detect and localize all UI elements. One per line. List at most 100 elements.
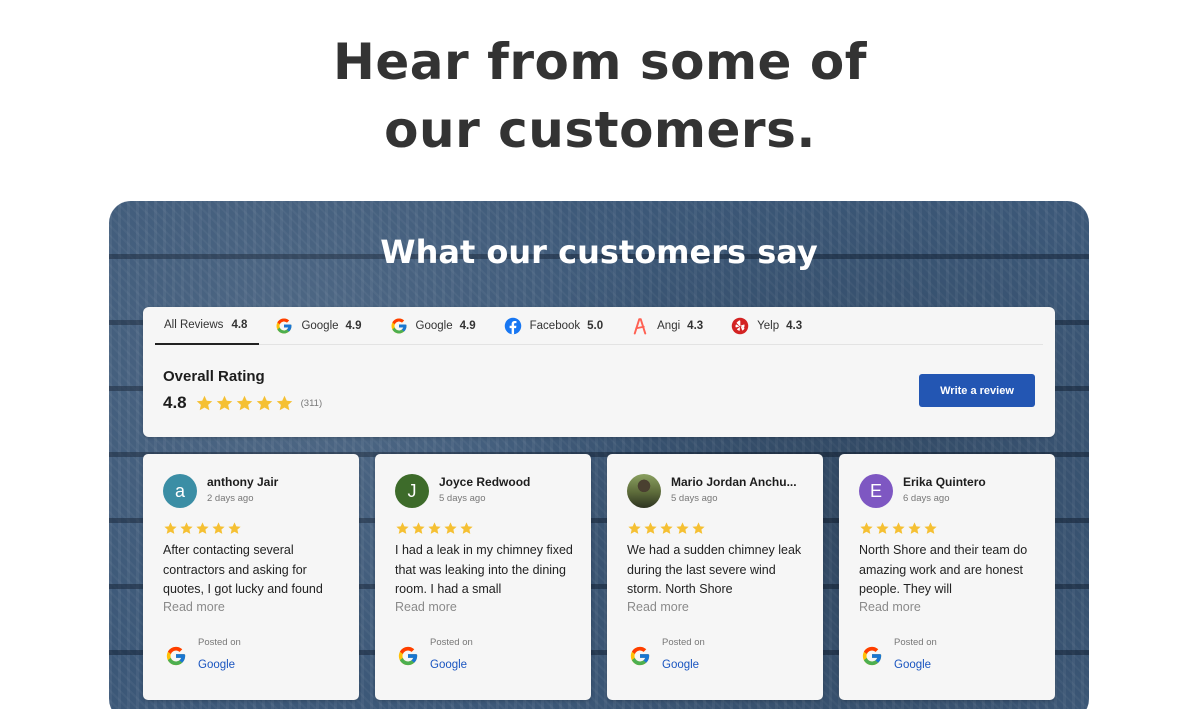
overall-rating-score: 4.8 bbox=[163, 393, 187, 412]
review-stars bbox=[859, 521, 939, 536]
review-date: 5 days ago bbox=[671, 493, 718, 504]
star-icon bbox=[644, 522, 657, 534]
star-icon bbox=[216, 395, 232, 410]
star-icon bbox=[676, 522, 689, 534]
review-card: E Erika Quintero 6 days ago North Shore … bbox=[839, 454, 1055, 700]
posted-on-label: Posted on bbox=[430, 637, 473, 648]
reviews-widget: What our customers say All Reviews 4.8 G… bbox=[109, 201, 1089, 709]
review-count: (311) bbox=[300, 397, 323, 409]
google-icon bbox=[861, 645, 883, 667]
star-icon bbox=[228, 522, 241, 534]
yelp-icon bbox=[731, 317, 749, 335]
review-text: North Shore and their team do amazing wo… bbox=[859, 543, 1028, 596]
avatar: J bbox=[395, 474, 429, 508]
review-stars bbox=[163, 521, 243, 536]
tab-google-2[interactable]: Google 4.9 bbox=[378, 307, 488, 345]
star-icon bbox=[180, 522, 193, 534]
tab-label: Google bbox=[415, 320, 453, 332]
read-more-link[interactable]: Read more bbox=[859, 600, 921, 614]
review-source-link[interactable]: Google bbox=[662, 659, 699, 671]
review-source-link[interactable]: Google bbox=[430, 659, 467, 671]
tab-label: Facebook bbox=[529, 320, 581, 332]
review-card: J Joyce Redwood 5 days ago I had a leak … bbox=[375, 454, 591, 700]
reviewer-name: anthony Jair bbox=[207, 475, 279, 489]
star-icon bbox=[164, 522, 177, 534]
read-more-link[interactable]: Read more bbox=[395, 600, 457, 614]
reviewer-name: Joyce Redwood bbox=[439, 475, 531, 489]
star-icon bbox=[196, 522, 209, 534]
overall-rating-stars bbox=[195, 394, 295, 413]
star-icon bbox=[236, 395, 252, 410]
star-icon bbox=[860, 522, 873, 534]
posted-on-label: Posted on bbox=[894, 637, 937, 648]
review-date: 5 days ago bbox=[439, 493, 486, 504]
rating-summary-panel: All Reviews 4.8 Google 4.9 Google 4.9 Fa… bbox=[143, 307, 1055, 437]
tab-score: 4.3 bbox=[786, 320, 803, 332]
star-icon bbox=[396, 522, 409, 534]
tab-score: 5.0 bbox=[587, 320, 604, 332]
star-icon bbox=[276, 395, 292, 410]
star-icon bbox=[924, 522, 937, 534]
tab-score: 4.9 bbox=[459, 320, 476, 332]
avatar: E bbox=[859, 474, 893, 508]
avatar bbox=[627, 474, 661, 508]
overall-rating-row: 4.8 (311) bbox=[163, 393, 322, 413]
headline-line-2: our customers. bbox=[384, 101, 816, 159]
avatar: a bbox=[163, 474, 197, 508]
star-icon bbox=[212, 522, 225, 534]
star-icon bbox=[196, 395, 212, 410]
page-headline: Hear from some of our customers. bbox=[0, 28, 1200, 164]
tab-label: All Reviews bbox=[164, 319, 224, 331]
posted-on-label: Posted on bbox=[662, 637, 705, 648]
review-source-link[interactable]: Google bbox=[894, 659, 931, 671]
star-icon bbox=[692, 522, 705, 534]
star-icon bbox=[412, 522, 425, 534]
review-stars bbox=[395, 521, 475, 536]
review-text: After contacting several contractors and… bbox=[163, 543, 323, 596]
review-date: 6 days ago bbox=[903, 493, 950, 504]
tab-angi[interactable]: Angi 4.3 bbox=[619, 307, 715, 345]
review-source-link[interactable]: Google bbox=[198, 659, 235, 671]
star-icon bbox=[628, 522, 641, 534]
headline-line-1: Hear from some of bbox=[333, 33, 867, 91]
star-icon bbox=[876, 522, 889, 534]
review-card: a anthony Jair 2 days ago After contacti… bbox=[143, 454, 359, 700]
review-card: Mario Jordan Anchu... 5 days ago We had … bbox=[607, 454, 823, 700]
google-icon bbox=[390, 317, 408, 335]
tab-google-1[interactable]: Google 4.9 bbox=[263, 307, 373, 345]
star-icon bbox=[256, 395, 272, 410]
source-tabs: All Reviews 4.8 Google 4.9 Google 4.9 Fa… bbox=[155, 307, 1043, 345]
facebook-icon bbox=[504, 317, 522, 335]
read-more-link[interactable]: Read more bbox=[163, 600, 225, 614]
reviewer-name: Erika Quintero bbox=[903, 475, 986, 489]
read-more-link[interactable]: Read more bbox=[627, 600, 689, 614]
tab-all-reviews[interactable]: All Reviews 4.8 bbox=[155, 307, 260, 345]
review-text: We had a sudden chimney leak during the … bbox=[627, 543, 802, 596]
star-icon bbox=[460, 522, 473, 534]
review-stars bbox=[627, 521, 707, 536]
review-text: I had a leak in my chimney fixed that wa… bbox=[395, 543, 573, 596]
reviewer-name: Mario Jordan Anchu... bbox=[671, 475, 797, 489]
tab-score: 4.3 bbox=[687, 320, 704, 332]
tab-label: Angi bbox=[657, 320, 681, 332]
widget-title: What our customers say bbox=[380, 233, 818, 271]
posted-on-label: Posted on bbox=[198, 637, 241, 648]
star-icon bbox=[660, 522, 673, 534]
google-icon bbox=[165, 645, 187, 667]
star-icon bbox=[892, 522, 905, 534]
google-icon bbox=[275, 317, 293, 335]
tab-yelp[interactable]: Yelp 4.3 bbox=[719, 307, 814, 345]
star-icon bbox=[444, 522, 457, 534]
google-icon bbox=[397, 645, 419, 667]
overall-rating-label: Overall Rating bbox=[163, 368, 265, 385]
tab-score: 4.8 bbox=[231, 319, 248, 331]
review-date: 2 days ago bbox=[207, 493, 254, 504]
angi-icon bbox=[631, 317, 649, 335]
tab-facebook[interactable]: Facebook 5.0 bbox=[492, 307, 616, 345]
star-icon bbox=[428, 522, 441, 534]
star-icon bbox=[908, 522, 921, 534]
write-review-button[interactable]: Write a review bbox=[919, 374, 1035, 407]
google-icon bbox=[629, 645, 651, 667]
tab-score: 4.9 bbox=[345, 320, 362, 332]
tab-label: Yelp bbox=[757, 320, 780, 332]
